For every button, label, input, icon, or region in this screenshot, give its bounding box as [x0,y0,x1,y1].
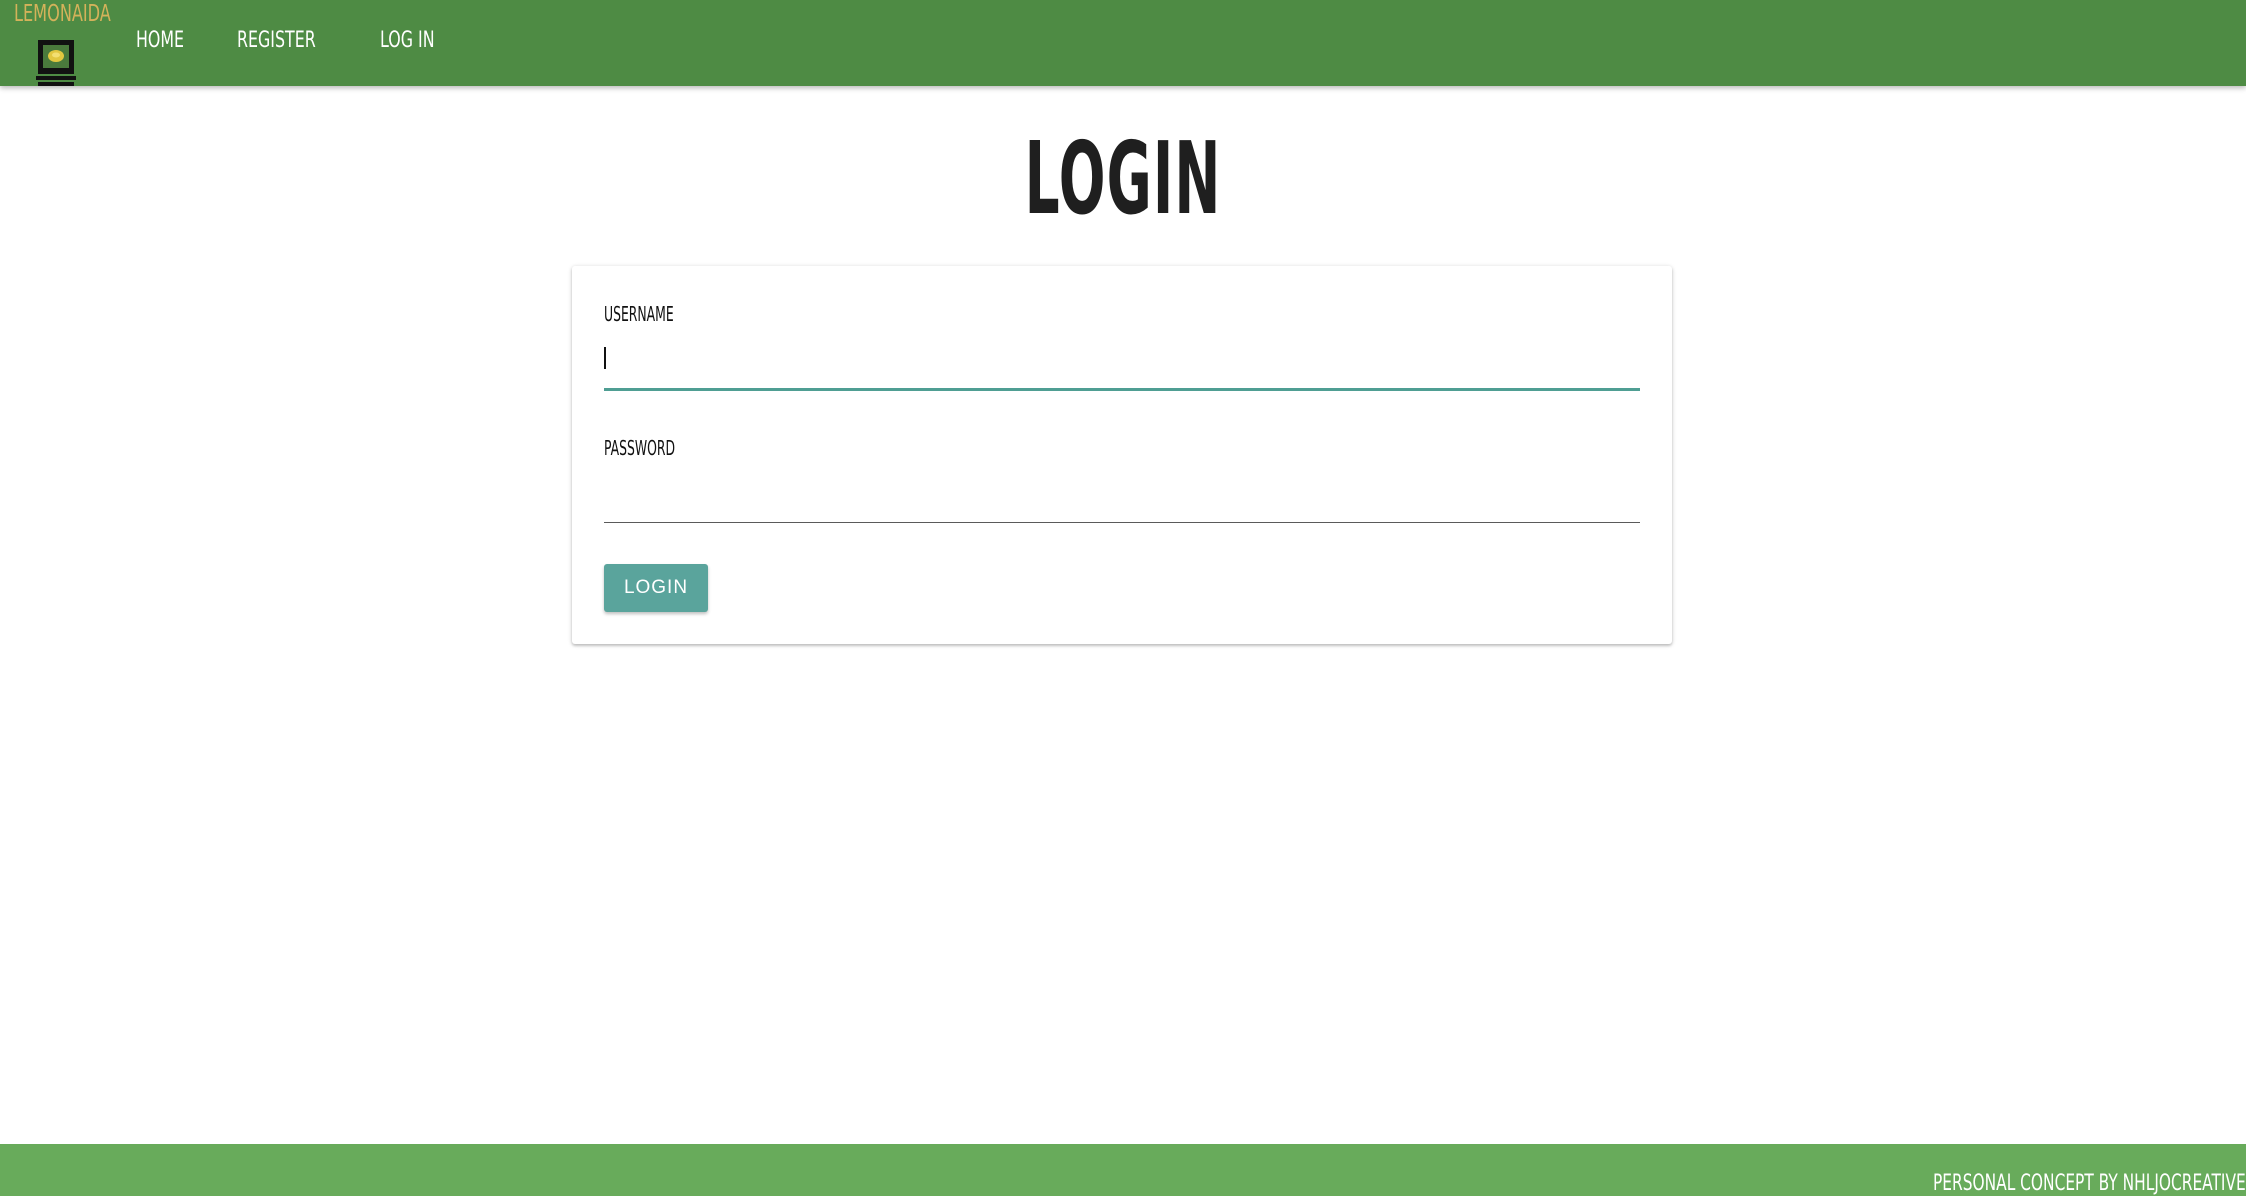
password-underline [604,522,1640,523]
password-input[interactable] [604,472,1640,512]
login-button[interactable]: LOGIN [604,564,708,612]
footer: PERSONAL CONCEPT BY NHLJOCREATIVE [0,1144,2246,1196]
nav-login-link[interactable]: LOG IN [380,28,435,54]
text-cursor [604,347,606,369]
top-navbar: LEMONAIDA HOME REGISTER LOG IN [0,0,2246,86]
username-label: USERNAME [604,302,674,326]
username-underline-focused [604,388,1640,391]
nav-register-link[interactable]: REGISTER [237,28,316,54]
username-input[interactable] [604,338,1640,378]
nav-home-link[interactable]: HOME [136,28,184,54]
brand-name: LEMONAIDA [14,1,111,27]
page-title-text: LOGIN [1024,120,1222,237]
footer-credit: PERSONAL CONCEPT BY NHLJOCREATIVE [1933,1171,2246,1196]
nav-links: HOME REGISTER LOG IN [136,28,456,54]
lemon-tv-icon [36,40,76,86]
password-label: PASSWORD [604,436,676,460]
brand[interactable]: LEMONAIDA [14,0,111,86]
page-title: LOGIN [0,124,2246,234]
login-form-card: USERNAME PASSWORD LOGIN [572,266,1672,644]
